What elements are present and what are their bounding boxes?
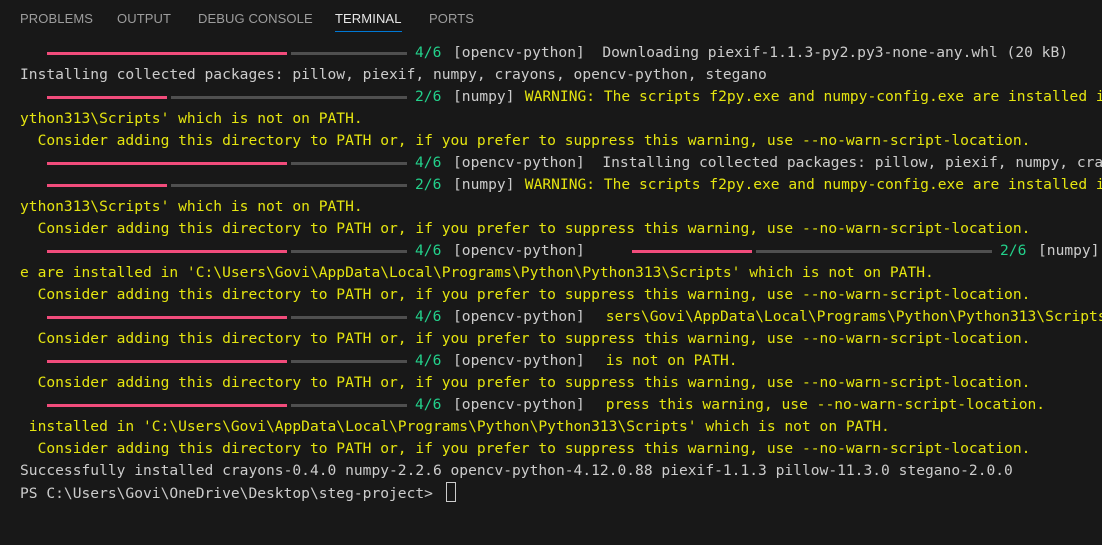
line-text: Installing collected packages: pillow, p…: [20, 66, 767, 83]
tab-terminal[interactable]: TERMINAL: [335, 0, 402, 38]
warning-text: press this warning, use --no-warn-script…: [597, 396, 1046, 413]
warning-text: sers\Govi\AppData\Local\Programs\Python\…: [605, 308, 1102, 325]
warning-text: Consider adding this directory to PATH o…: [20, 286, 1031, 303]
progress-bar-fill: [47, 250, 287, 253]
tab-debug-console-label: DEBUG CONSOLE: [198, 11, 313, 26]
progress-bar-track: [171, 96, 407, 99]
package-tag: [numpy]: [453, 176, 515, 193]
warning-text: Consider adding this directory to PATH o…: [20, 132, 1031, 149]
warning-text: installed in 'C:\Users\Govi\AppData\Loca…: [20, 418, 890, 435]
terminal-line: 4/6 [opencv-python] Downloading piexif-1…: [20, 42, 1102, 64]
progress-count: 4/6: [415, 308, 442, 325]
progress-bar-track: [291, 162, 407, 165]
terminal-line: 4/6 [opencv-python] press this warning, …: [20, 394, 1102, 416]
terminal-output[interactable]: 4/6 [opencv-python] Downloading piexif-1…: [20, 42, 1102, 532]
terminal-line: 4/6 [opencv-python] Installing collected…: [20, 152, 1102, 174]
terminal-line: 4/6 [opencv-python] sers\Govi\AppData\Lo…: [20, 306, 1102, 328]
terminal-line: Installing collected packages: pillow, p…: [20, 64, 1102, 86]
success-text: Successfully installed crayons-0.4.0 num…: [20, 462, 1013, 479]
terminal-line: Consider adding this directory to PATH o…: [20, 438, 1102, 460]
progress-bar-fill: [47, 316, 287, 319]
terminal-line: Consider adding this directory to PATH o…: [20, 328, 1102, 350]
package-tag: [opencv-python]: [453, 352, 585, 369]
progress-count: 2/6: [415, 176, 442, 193]
progress-count: 4/6: [415, 352, 442, 369]
panel-tab-bar: PROBLEMS OUTPUT DEBUG CONSOLE TERMINAL P…: [0, 0, 1102, 38]
package-tag: [opencv-python]: [453, 396, 585, 413]
tab-debug-console[interactable]: DEBUG CONSOLE: [198, 0, 313, 38]
progress-count: 2/6: [415, 88, 442, 105]
terminal-line: Consider adding this directory to PATH o…: [20, 218, 1102, 240]
terminal-line: Consider adding this directory to PATH o…: [20, 284, 1102, 306]
warning-text: e are installed in 'C:\Users\Govi\AppDat…: [20, 264, 934, 281]
terminal-line: 4/6 [opencv-python] is not on PATH.: [20, 350, 1102, 372]
progress-bar-fill: [47, 360, 287, 363]
progress-bar-track: [291, 404, 407, 407]
terminal-line: 2/6 [numpy] WARNING: The scripts f2py.ex…: [20, 86, 1102, 108]
terminal-line: Successfully installed crayons-0.4.0 num…: [20, 460, 1102, 482]
terminal-line: 4/6 [opencv-python] 2/6 [numpy]: [20, 240, 1102, 262]
package-tag: [numpy]: [453, 88, 515, 105]
warning-text: Consider adding this directory to PATH o…: [20, 220, 1031, 237]
terminal-line: ython313\Scripts' which is not on PATH.: [20, 108, 1102, 130]
warning-text: WARNING: The scripts f2py.exe and numpy-…: [524, 176, 1102, 193]
package-tag: [opencv-python]: [453, 242, 585, 259]
shell-prompt: PS C:\Users\Govi\OneDrive\Desktop\steg-p…: [20, 485, 442, 502]
progress-bar-track: [291, 360, 407, 363]
progress-bar-fill: [47, 52, 287, 55]
terminal-line: Consider adding this directory to PATH o…: [20, 372, 1102, 394]
terminal-line: 2/6 [numpy] WARNING: The scripts f2py.ex…: [20, 174, 1102, 196]
terminal-prompt-line[interactable]: PS C:\Users\Govi\OneDrive\Desktop\steg-p…: [20, 482, 1102, 504]
progress-count: 4/6: [415, 396, 442, 413]
package-tag: [opencv-python]: [453, 308, 585, 325]
warning-text: is not on PATH.: [597, 352, 738, 369]
progress-bar-track: [756, 250, 992, 253]
progress-bar-fill: [47, 404, 287, 407]
warning-text: Consider adding this directory to PATH o…: [20, 440, 1031, 457]
active-tab-indicator: [335, 31, 402, 32]
warning-text: Consider adding this directory to PATH o…: [20, 374, 1031, 391]
tab-problems-label: PROBLEMS: [20, 11, 94, 26]
warning-text: ython313\Scripts' which is not on PATH.: [20, 198, 363, 215]
terminal-line: installed in 'C:\Users\Govi\AppData\Loca…: [20, 416, 1102, 438]
warning-text: Consider adding this directory to PATH o…: [20, 330, 1031, 347]
progress-bar-track: [291, 316, 407, 319]
progress-count: 4/6: [415, 242, 442, 259]
progress-bar-fill: [47, 162, 287, 165]
progress-count: 4/6: [415, 154, 442, 171]
progress-count: 2/6: [1000, 242, 1027, 259]
tab-ports-label: PORTS: [429, 11, 475, 26]
line-text: [opencv-python] Downloading piexif-1.1.3…: [453, 44, 1069, 61]
progress-count: 4/6: [415, 44, 442, 61]
warning-text: WARNING: The scripts f2py.exe and numpy-…: [524, 88, 1102, 105]
terminal-line: ython313\Scripts' which is not on PATH.: [20, 196, 1102, 218]
tab-terminal-label: TERMINAL: [335, 11, 402, 26]
tab-problems[interactable]: PROBLEMS: [20, 0, 93, 38]
progress-bar-fill: [632, 250, 752, 253]
tab-output[interactable]: OUTPUT: [117, 0, 171, 38]
terminal-line: Consider adding this directory to PATH o…: [20, 130, 1102, 152]
progress-bar-fill: [47, 96, 167, 99]
terminal-line: e are installed in 'C:\Users\Govi\AppDat…: [20, 262, 1102, 284]
terminal-cursor: [445, 482, 456, 502]
line-text: [opencv-python] Installing collected pac…: [453, 154, 1102, 171]
tab-output-label: OUTPUT: [117, 11, 172, 26]
tab-ports[interactable]: PORTS: [429, 0, 474, 38]
progress-bar-track: [171, 184, 407, 187]
progress-bar-fill: [47, 184, 167, 187]
progress-bar-track: [291, 52, 407, 55]
progress-bar-track: [291, 250, 407, 253]
warning-text: ython313\Scripts' which is not on PATH.: [20, 110, 363, 127]
package-tag: [numpy]: [1038, 242, 1100, 259]
